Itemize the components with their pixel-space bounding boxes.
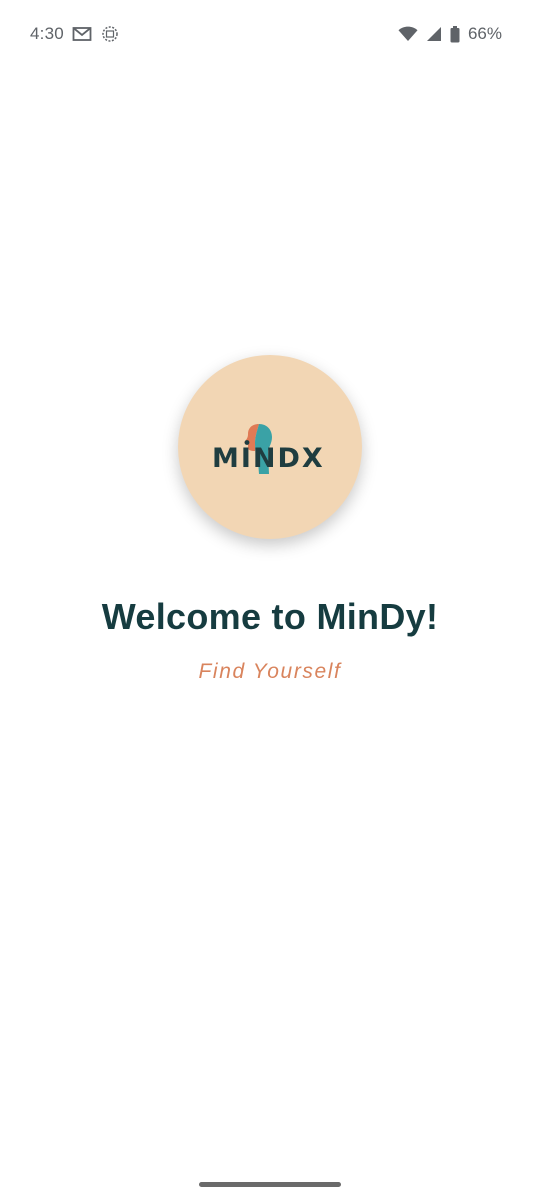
logo-wordmark: MINDX — [212, 443, 325, 474]
battery-icon — [450, 25, 460, 43]
splash-screen: 4:30 66% MINDX Welcome to MinDy! Find Yo… — [0, 0, 540, 1200]
app-logo-badge: MINDX — [178, 355, 362, 539]
gmail-icon — [72, 26, 92, 42]
welcome-title: Welcome to MinDy! — [101, 596, 439, 637]
cellular-signal-icon — [426, 26, 442, 42]
status-time: 4:30 — [30, 24, 64, 43]
home-gesture-bar[interactable] — [199, 1182, 341, 1187]
app-notification-icon — [100, 24, 120, 44]
tagline: Find Yourself — [198, 660, 342, 683]
app-logo: MINDX — [210, 417, 330, 477]
status-bar-right: 66% — [398, 24, 502, 44]
status-bar: 4:30 66% — [0, 0, 540, 68]
wifi-icon — [398, 26, 418, 42]
status-bar-left: 4:30 — [30, 24, 120, 44]
battery-percentage: 66% — [467, 24, 502, 43]
